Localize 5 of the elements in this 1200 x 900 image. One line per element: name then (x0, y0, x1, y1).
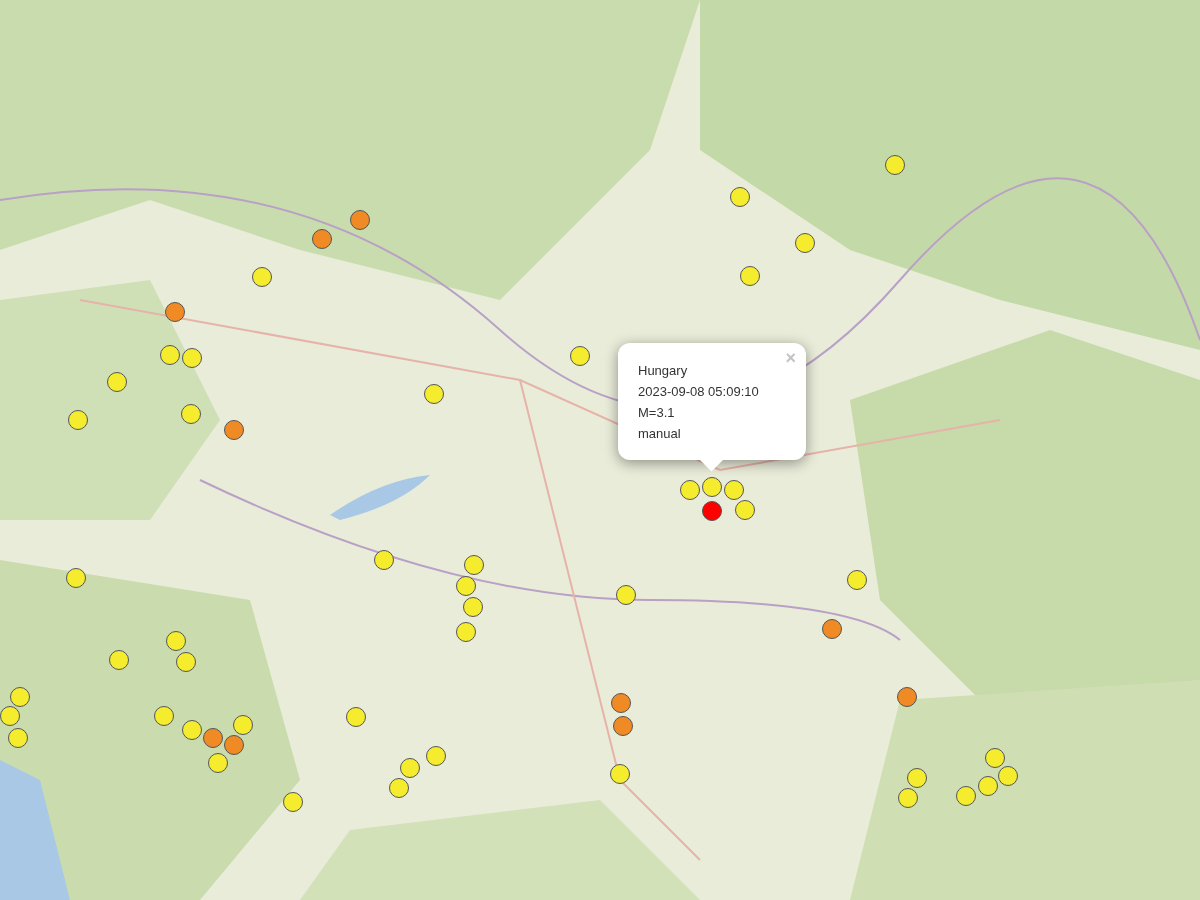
popup-text: 2023-09-08 05:09:10 (638, 383, 760, 401)
popup-text: Hungary (638, 362, 689, 380)
close-button[interactable]: × (781, 346, 800, 371)
popup-text: M=3.1 (638, 404, 676, 422)
popup-text: manual (638, 425, 682, 443)
